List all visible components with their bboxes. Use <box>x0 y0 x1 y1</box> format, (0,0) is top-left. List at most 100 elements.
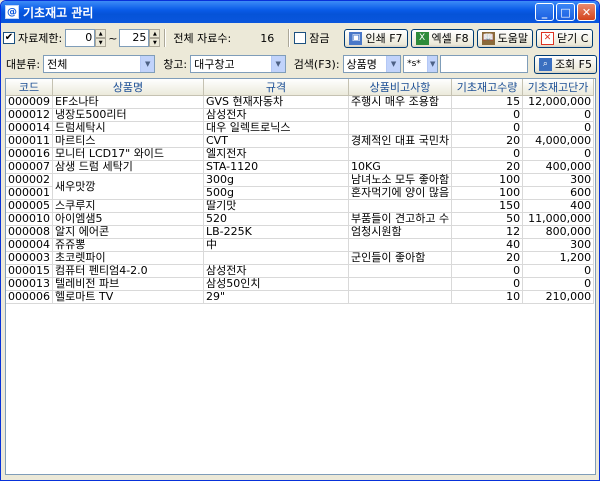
cell-qty[interactable]: 0 <box>451 277 524 291</box>
lock-checkbox[interactable] <box>294 32 307 44</box>
table-row[interactable]: 000009 EF소나타 GVS 현재자동차 주행시 매우 조용함 15 12,000,0… <box>6 95 595 109</box>
spin-up-icon[interactable]: ▲ <box>95 29 107 38</box>
cell-code[interactable]: 000013 <box>6 277 53 291</box>
minimize-button[interactable]: _ <box>535 3 554 21</box>
warehouse-select[interactable]: 대구창고 ▼ <box>190 55 286 73</box>
cell-qty[interactable]: 100 <box>451 186 524 200</box>
cell-code[interactable]: 000001 <box>6 186 53 200</box>
cell-qty[interactable]: 15 <box>451 95 524 109</box>
cell-note[interactable]: 경제적인 대표 국민차 <box>348 134 453 148</box>
table-row[interactable]: 000008 알지 에어콘 LB-225K 엄청시원함 12 800,000 <box>6 225 595 239</box>
table-row[interactable]: 000012 냉장도500리터 삼성전자 0 0 <box>6 108 595 122</box>
cell-code[interactable]: 000005 <box>6 199 53 213</box>
cell-name[interactable]: 냉장도500리터 <box>52 108 204 122</box>
limit-from-input[interactable]: 0 <box>65 29 96 47</box>
inventory-grid[interactable]: 코드 상품명 규격 상품비고사항 기초재고수량 기초재고단가 000009 EF소… <box>5 78 596 475</box>
cell-note[interactable] <box>348 147 453 161</box>
cell-note[interactable]: 혼자먹기에 양이 많음 <box>348 186 453 200</box>
search-field-select[interactable]: 상품명 ▼ <box>342 55 402 73</box>
cell-name[interactable]: 드럼세탁시 <box>52 121 204 135</box>
cell-code[interactable]: 000008 <box>6 225 53 239</box>
limit-to-input[interactable]: 25 <box>119 29 150 47</box>
col-header-name[interactable]: 상품명 <box>52 79 204 96</box>
close-window-button[interactable]: ✕ <box>577 3 596 21</box>
cell-price[interactable]: 600 <box>522 186 595 200</box>
col-header-spec[interactable]: 규격 <box>203 79 349 96</box>
spin-down-icon[interactable]: ▼ <box>95 38 107 47</box>
cell-note[interactable]: 부품들이 견고하고 수 <box>348 212 453 226</box>
cell-name[interactable]: 쥬쥬뽕 <box>52 238 204 252</box>
cell-spec[interactable]: 삼성50인치 <box>203 277 349 291</box>
chevron-down-icon[interactable]: ▼ <box>270 56 285 72</box>
limit-from-stepper[interactable]: 0 ▲ ▼ <box>65 29 107 47</box>
table-row[interactable]: 000002 새우맛깡 300g 남녀노소 모두 좋아함 100 300 <box>6 173 595 200</box>
cell-code[interactable]: 000010 <box>6 212 53 226</box>
cell-price[interactable]: 0 <box>522 264 595 278</box>
col-header-price[interactable]: 기초재고단가 <box>522 79 595 96</box>
cell-name[interactable]: 새우맛깡 <box>52 173 204 200</box>
cell-spec[interactable]: STA-1120 <box>203 160 349 174</box>
cell-name[interactable]: 모니터 LCD17" 와이드 <box>52 147 204 161</box>
cell-name[interactable]: 컴퓨터 펜티엄4-2.0 <box>52 264 204 278</box>
cell-name[interactable]: 아이엠샘5 <box>52 212 204 226</box>
cell-price[interactable]: 4,000,000 <box>522 134 595 148</box>
cell-code[interactable]: 000002 <box>6 173 53 187</box>
cell-price[interactable]: 0 <box>522 277 595 291</box>
cell-spec[interactable]: 엘지전자 <box>203 147 349 161</box>
cell-price[interactable]: 300 <box>522 173 595 187</box>
cell-code[interactable]: 000011 <box>6 134 53 148</box>
table-row[interactable]: 000005 스쿠루지 딸기맛 150 400 <box>6 199 595 213</box>
print-button[interactable]: ▣ 인쇄 F7 <box>344 28 408 48</box>
cell-note[interactable] <box>348 238 453 252</box>
cell-spec[interactable]: 520 <box>203 212 349 226</box>
cell-note[interactable] <box>348 199 453 213</box>
cell-code[interactable]: 000009 <box>6 95 53 109</box>
col-header-note[interactable]: 상품비고사항 <box>348 79 453 96</box>
cell-name[interactable]: EF소나타 <box>52 95 204 109</box>
cell-qty[interactable]: 20 <box>451 160 524 174</box>
cell-qty[interactable]: 50 <box>451 212 524 226</box>
cell-code[interactable]: 000007 <box>6 160 53 174</box>
cell-spec[interactable]: LB-225K <box>203 225 349 239</box>
cell-note[interactable] <box>348 290 453 304</box>
limit-checkbox[interactable]: ✔ <box>3 32 15 44</box>
cell-price[interactable]: 0 <box>522 121 595 135</box>
cell-name[interactable]: 마르티스 <box>52 134 204 148</box>
cell-qty[interactable]: 0 <box>451 264 524 278</box>
cell-spec[interactable]: 삼성전자 <box>203 264 349 278</box>
cell-note[interactable]: 군인들이 좋아함 <box>348 251 453 265</box>
cell-note[interactable] <box>348 264 453 278</box>
cell-note[interactable]: 엄청시원함 <box>348 225 453 239</box>
cell-note[interactable] <box>348 108 453 122</box>
cell-qty[interactable]: 10 <box>451 290 524 304</box>
spin-up-icon[interactable]: ▲ <box>149 29 161 38</box>
search-input[interactable] <box>440 55 528 73</box>
table-row[interactable]: 000007 삼생 드럼 세탁기 STA-1120 10KG 20 400,000 <box>6 160 595 174</box>
cell-code[interactable]: 000012 <box>6 108 53 122</box>
cell-code[interactable]: 000003 <box>6 251 53 265</box>
cell-spec[interactable]: 中 <box>203 238 349 252</box>
cell-note[interactable]: 주행시 매우 조용함 <box>348 95 453 109</box>
table-row[interactable]: 000013 텔레비전 파브 삼성50인치 0 0 <box>6 277 595 291</box>
cell-qty[interactable]: 40 <box>451 238 524 252</box>
table-row[interactable]: 000004 쥬쥬뽕 中 40 300 <box>6 238 595 252</box>
cell-price[interactable]: 800,000 <box>522 225 595 239</box>
cell-name[interactable]: 알지 에어콘 <box>52 225 204 239</box>
cell-code[interactable]: 000006 <box>6 290 53 304</box>
cell-code[interactable]: 000014 <box>6 121 53 135</box>
cell-spec[interactable]: 29" <box>203 290 349 304</box>
cell-note[interactable]: 남녀노소 모두 좋아함 <box>348 173 453 187</box>
cell-name[interactable]: 초코렛파이 <box>52 251 204 265</box>
cell-qty[interactable]: 20 <box>451 134 524 148</box>
cell-price[interactable]: 400,000 <box>522 160 595 174</box>
chevron-down-icon[interactable]: ▼ <box>386 56 401 72</box>
col-header-qty[interactable]: 기초재고수량 <box>451 79 524 96</box>
cell-name[interactable]: 텔레비전 파브 <box>52 277 204 291</box>
table-row[interactable]: 000015 컴퓨터 펜티엄4-2.0 삼성전자 0 0 <box>6 264 595 278</box>
cell-spec[interactable]: 500g <box>203 186 349 200</box>
cell-spec[interactable]: CVT <box>203 134 349 148</box>
maximize-button[interactable]: □ <box>556 3 575 21</box>
cell-spec[interactable]: 딸기맛 <box>203 199 349 213</box>
cell-qty[interactable]: 0 <box>451 108 524 122</box>
excel-button[interactable]: X 엑셀 F8 <box>410 28 474 48</box>
